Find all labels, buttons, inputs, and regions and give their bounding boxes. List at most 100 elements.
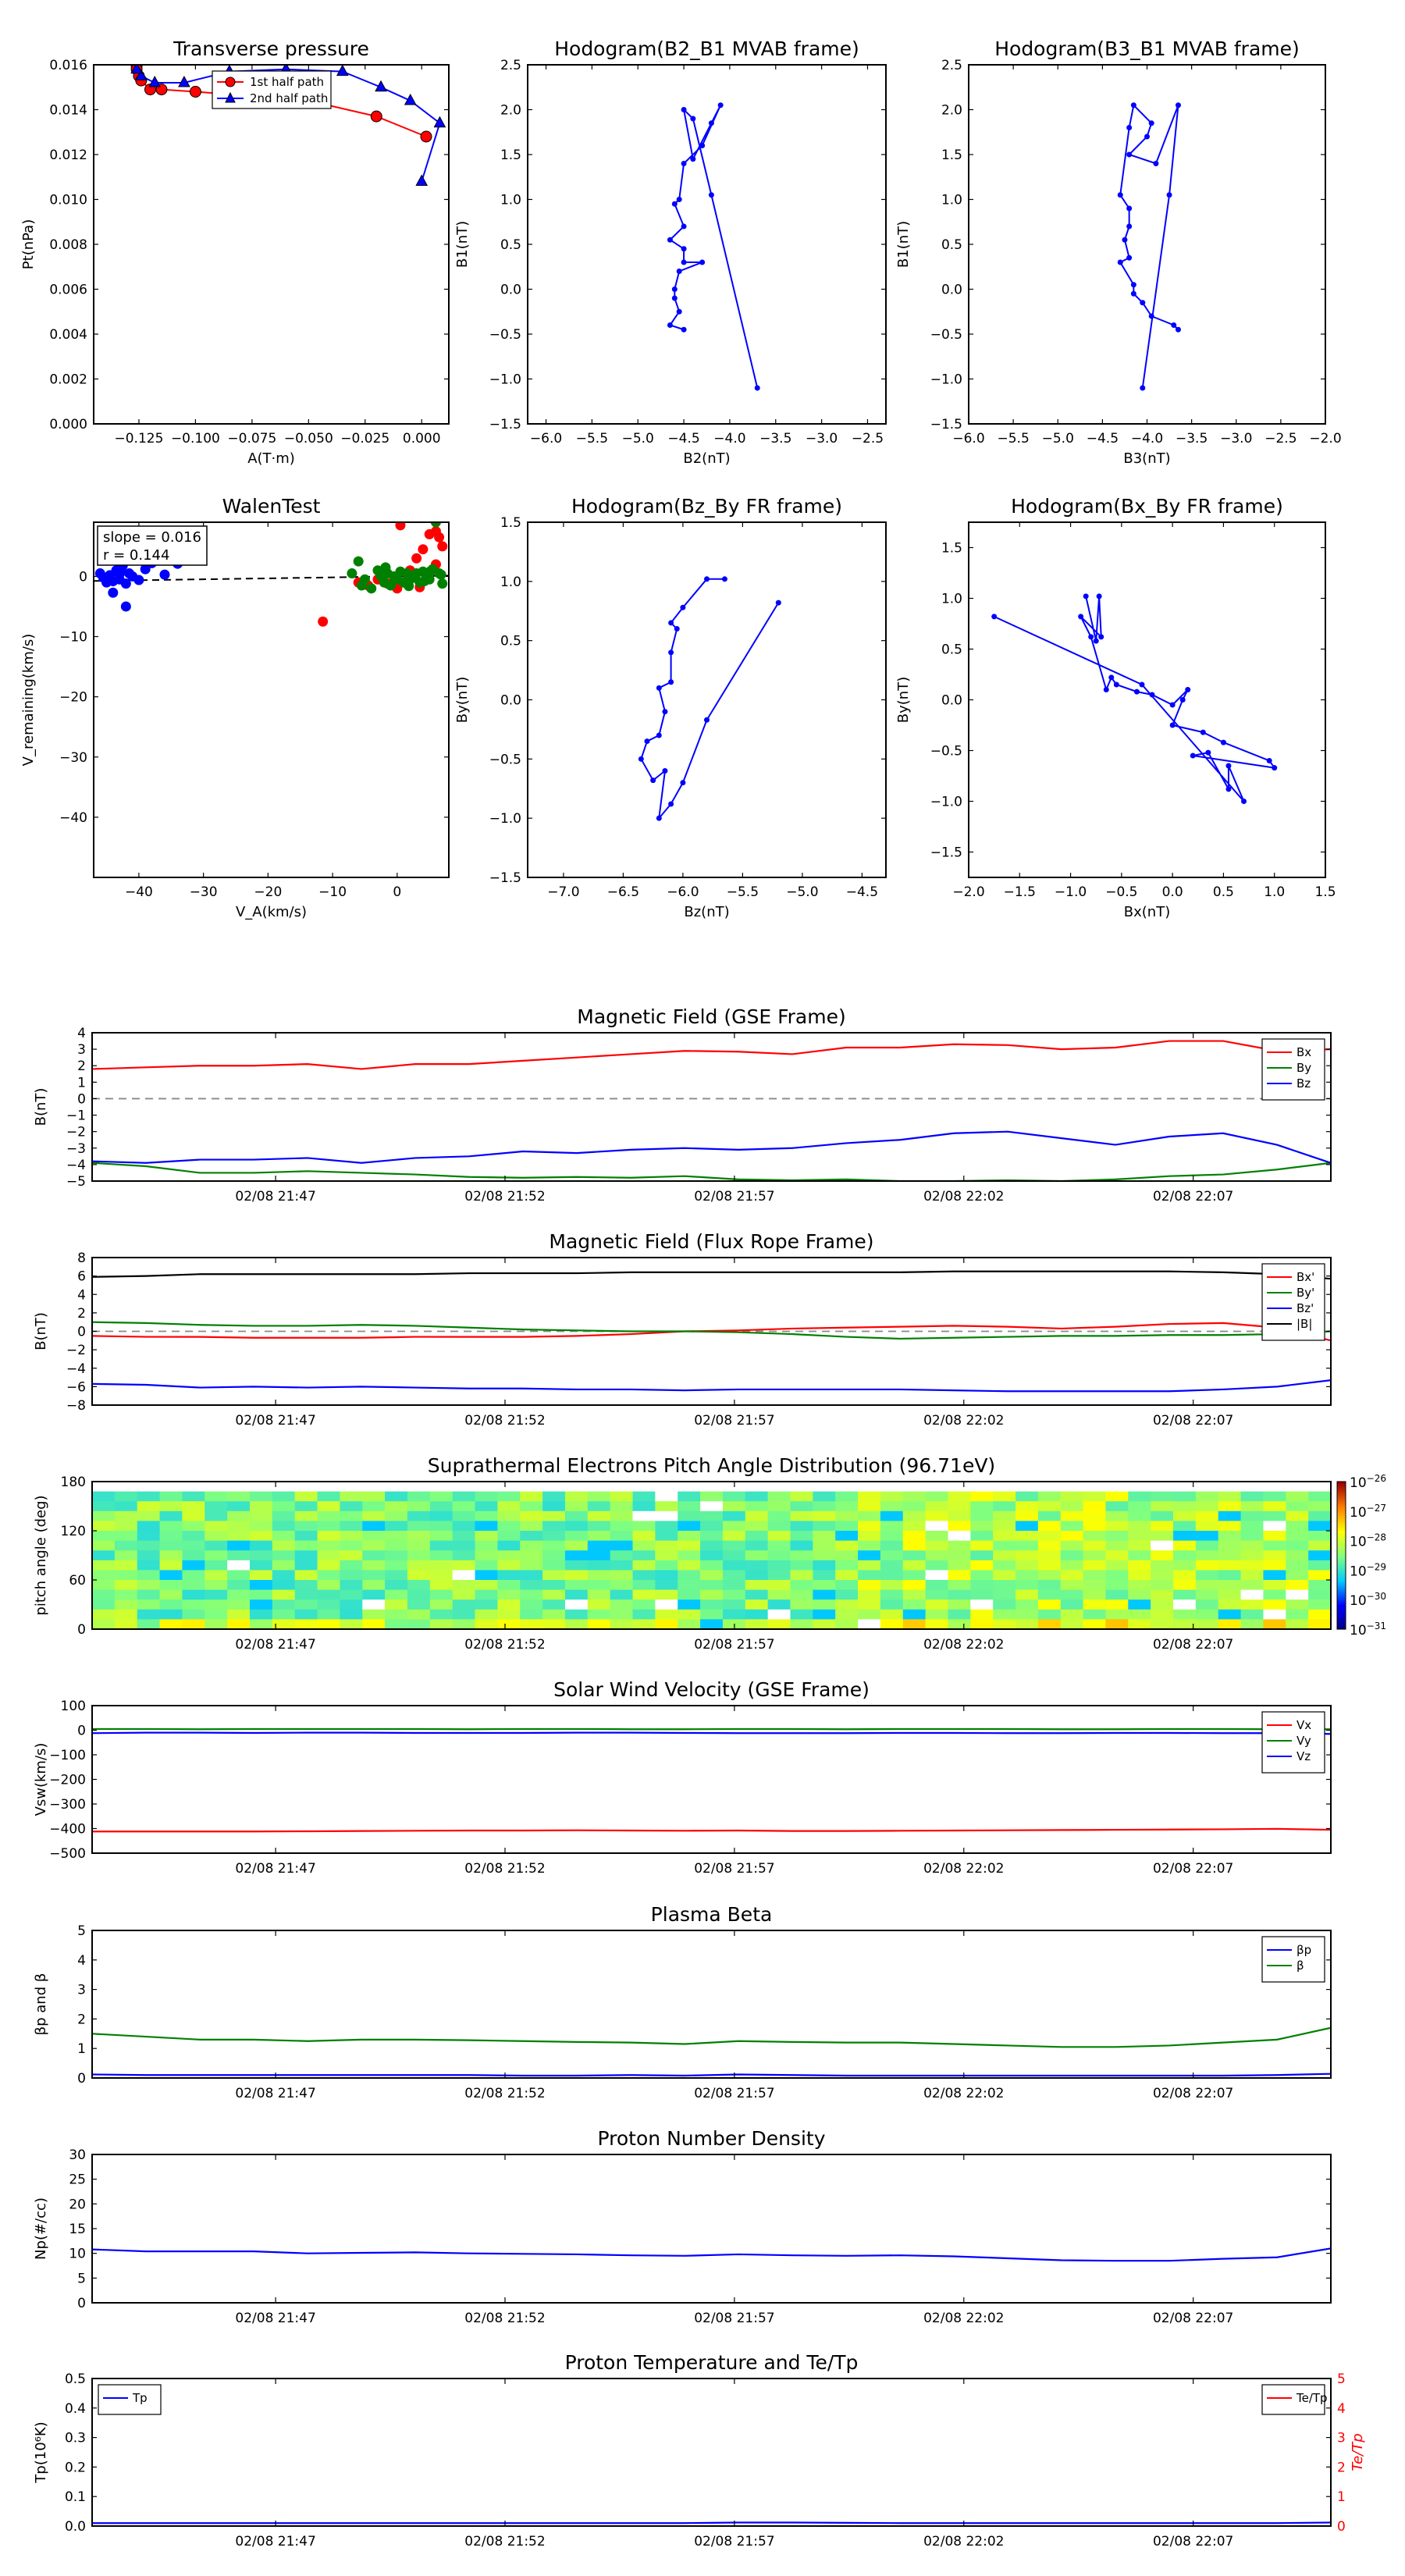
axes-frame xyxy=(93,64,450,425)
legend: 1st half path 2nd half path xyxy=(212,70,332,109)
heatmap-cell xyxy=(520,1609,543,1620)
heatmap-cell xyxy=(587,1510,611,1521)
heatmap-cell xyxy=(294,1619,318,1629)
heatmap-cell xyxy=(227,1560,251,1571)
heatmap-cell xyxy=(564,1589,589,1600)
heatmap-cell xyxy=(1308,1599,1331,1610)
data-point xyxy=(754,385,760,391)
y-tick-label: 0.5 xyxy=(65,2371,86,2387)
x-tick-label: 02/08 21:52 xyxy=(464,1413,545,1429)
y-tick-label: 0.5 xyxy=(941,237,962,253)
heatmap-cell xyxy=(1195,1619,1219,1629)
x-tick-label: −3.5 xyxy=(1176,431,1208,447)
x-tick-label: 02/08 22:02 xyxy=(923,1413,1004,1429)
x-tick-label: −4.0 xyxy=(1131,431,1163,447)
heatmap-cell xyxy=(610,1540,634,1551)
heatmap-cell xyxy=(1037,1560,1062,1571)
panel-title: Plasma Beta xyxy=(651,1903,773,1926)
heatmap-cell xyxy=(137,1510,161,1521)
heatmap-cell xyxy=(227,1570,251,1581)
heatmap-cell xyxy=(317,1531,340,1542)
y-tick-label: 0 xyxy=(77,1724,86,1739)
data-point xyxy=(667,322,673,328)
heatmap-cell xyxy=(92,1540,116,1551)
heatmap-cell xyxy=(722,1589,746,1600)
heatmap-cell xyxy=(227,1510,251,1521)
y-tick-label: −300 xyxy=(49,1797,86,1813)
heatmap-cell xyxy=(745,1589,769,1600)
heatmap-cell xyxy=(317,1609,340,1620)
heatmap-cell xyxy=(182,1491,205,1502)
heatmap-cell xyxy=(925,1531,949,1542)
heatmap-cell xyxy=(92,1510,116,1521)
heatmap-cell xyxy=(1286,1510,1309,1521)
y-axis-label: By(nT) xyxy=(454,677,471,723)
heatmap-cell xyxy=(542,1560,566,1571)
heatmap-cell xyxy=(227,1609,251,1620)
heatmap-cell xyxy=(1263,1550,1286,1561)
data-point xyxy=(366,583,377,594)
heatmap-cell xyxy=(767,1609,791,1620)
heatmap-cell xyxy=(1218,1589,1242,1600)
heatmap-cell xyxy=(902,1531,927,1542)
x-tick-label: 02/08 22:02 xyxy=(923,2534,1004,2549)
heatmap-cell xyxy=(678,1482,701,1493)
heatmap-cell xyxy=(137,1570,161,1581)
series-line xyxy=(640,578,780,821)
heatmap-cell xyxy=(700,1521,724,1532)
heatmap-cell xyxy=(564,1599,589,1610)
x-tick-label: 02/08 21:57 xyxy=(694,1861,774,1877)
heatmap-cell xyxy=(497,1589,521,1600)
heatmap-cell xyxy=(227,1531,251,1542)
heatmap-cell xyxy=(452,1619,476,1629)
heatmap-cell xyxy=(880,1550,904,1561)
data-point xyxy=(425,565,436,576)
data-point xyxy=(656,685,662,691)
heatmap-cell xyxy=(1016,1589,1039,1600)
x-tick-label: −0.100 xyxy=(171,431,220,447)
heatmap-cell xyxy=(114,1540,138,1551)
heatmap-cell xyxy=(542,1550,566,1561)
right-axis-label: Te/Tp xyxy=(1350,2433,1366,2471)
heatmap-cell xyxy=(1240,1619,1264,1629)
heatmap-cell xyxy=(92,1560,116,1571)
heatmap-cell xyxy=(159,1599,183,1610)
heatmap-cell xyxy=(1060,1589,1084,1600)
legend-box xyxy=(1261,1038,1325,1101)
legend-label: β xyxy=(1297,1959,1304,1973)
heatmap-cell xyxy=(159,1589,183,1600)
y-tick-label: 0.0 xyxy=(500,283,521,298)
y-tick-label: 100 xyxy=(61,1699,86,1714)
y-tick-label: 5 xyxy=(77,2271,86,2286)
x-tick-label: −40 xyxy=(125,884,153,900)
heatmap-cell xyxy=(902,1482,927,1493)
heatmap-cell xyxy=(92,1609,116,1620)
heatmap-cell xyxy=(385,1589,408,1600)
heatmap-cell xyxy=(159,1609,183,1620)
heatmap-cell xyxy=(317,1501,340,1512)
y-tick-label: 2.0 xyxy=(941,103,962,119)
heatmap-cell xyxy=(1308,1580,1331,1591)
heatmap-cell xyxy=(790,1599,813,1610)
data-point xyxy=(668,801,674,807)
heatmap-cell xyxy=(1037,1540,1062,1551)
panel-title: Suprathermal Electrons Pitch Angle Distr… xyxy=(428,1454,995,1477)
series-line xyxy=(92,1040,1331,1070)
x-tick-label: −5.0 xyxy=(786,884,818,900)
heatmap-cell xyxy=(610,1531,634,1542)
heatmap-cell xyxy=(1308,1589,1331,1600)
heatmap-cell xyxy=(227,1619,251,1629)
y-tick-label: 8 xyxy=(77,1251,86,1266)
heatmap-cell xyxy=(790,1570,813,1581)
heatmap-cell xyxy=(813,1491,836,1502)
heatmap-cell xyxy=(835,1570,859,1581)
heatmap-cell xyxy=(948,1550,971,1561)
heatmap-cell xyxy=(272,1550,296,1561)
y-tick-label: 20 xyxy=(69,2197,86,2212)
heatmap-cell xyxy=(655,1599,678,1610)
heatmap-cell xyxy=(429,1570,454,1581)
heatmap-cell xyxy=(767,1501,791,1512)
heatmap-cell xyxy=(813,1521,836,1532)
data-point xyxy=(690,156,696,162)
legend-label: 2nd half path xyxy=(250,91,328,105)
